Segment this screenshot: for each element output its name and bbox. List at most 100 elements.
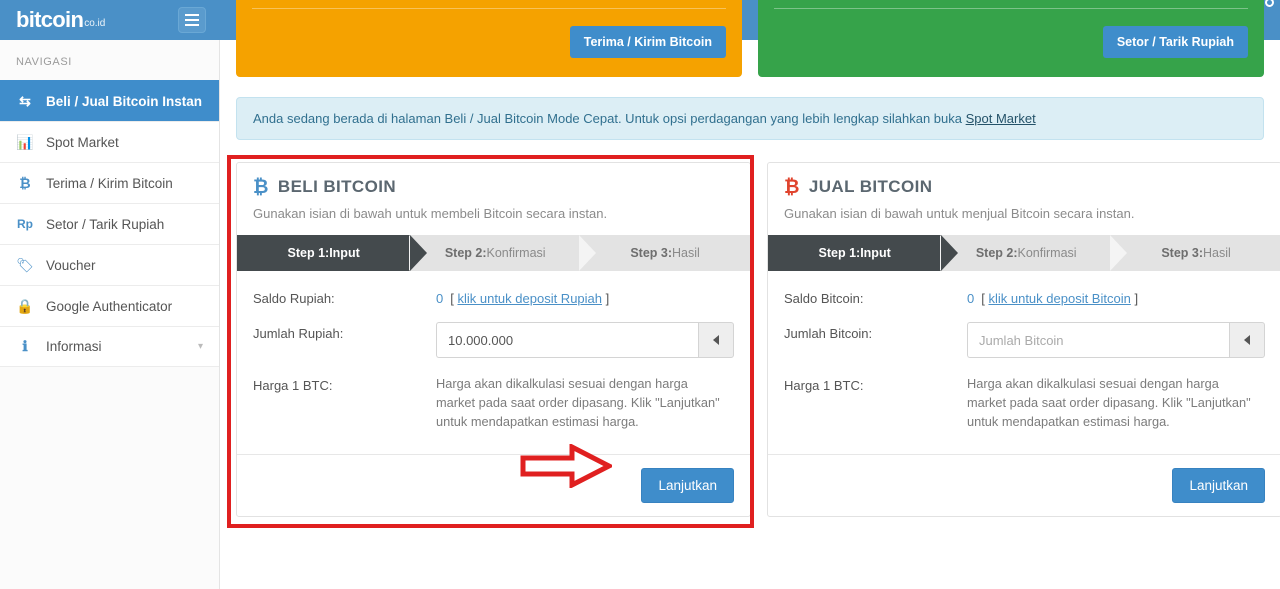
step-name: Hasil xyxy=(1203,246,1231,260)
bracket-close: ] xyxy=(602,291,610,306)
sell-step-indicator: Step 1: Input Step 2: Konfirmasi Step 3:… xyxy=(768,235,1280,271)
bitcoin-icon: ₿ xyxy=(784,176,800,198)
spot-market-link[interactable]: Spot Market xyxy=(966,111,1036,126)
buy-amount-stepper-button[interactable] xyxy=(698,322,734,358)
sidebar-item-informasi[interactable]: ℹ Informasi ▾ xyxy=(0,326,219,367)
buy-amount-field-wrap xyxy=(436,322,734,358)
step-prefix: Step 3: xyxy=(630,246,673,260)
sell-amount-stepper-button[interactable] xyxy=(1229,322,1265,358)
sell-price-label: Harga 1 BTC: xyxy=(784,378,864,393)
promo-panel-rupiah: Setor / Tarik Rupiah xyxy=(758,0,1264,77)
step-prefix: Step 3: xyxy=(1161,246,1204,260)
sell-form-rows: Saldo Bitcoin: 0[ klik untuk deposit Bit… xyxy=(768,271,1280,454)
hamburger-icon-line xyxy=(185,24,199,26)
buy-step-3-hasil[interactable]: Step 3: Hasil xyxy=(579,235,750,271)
step-name: Konfirmasi xyxy=(1017,246,1077,260)
step-prefix: Step 1: xyxy=(287,246,330,260)
sell-step-2-konfirmasi[interactable]: Step 2: Konfirmasi xyxy=(940,235,1111,271)
hamburger-icon-line xyxy=(185,14,199,16)
hamburger-icon-line xyxy=(185,19,199,21)
sell-panel-subtitle: Gunakan isian di bawah untuk menjual Bit… xyxy=(784,206,1135,221)
buy-price-label: Harga 1 BTC: xyxy=(253,378,333,393)
bitcoin-icon: ₿ xyxy=(253,176,269,198)
buy-balance-row: Saldo Rupiah: 0[ klik untuk deposit Rupi… xyxy=(253,287,734,306)
sell-balance-label: Saldo Bitcoin: xyxy=(784,291,864,306)
jumlah-bitcoin-input[interactable] xyxy=(967,322,1229,358)
deposit-rupiah-link[interactable]: klik untuk deposit Rupiah xyxy=(457,291,602,306)
bracket-close: ] xyxy=(1130,291,1139,306)
step-prefix: Step 2: xyxy=(975,246,1018,260)
deposit-bitcoin-link[interactable]: klik untuk deposit Bitcoin xyxy=(988,291,1130,306)
jumlah-rupiah-input[interactable] xyxy=(436,322,698,358)
page-title: BELI BITCOIN xyxy=(277,177,397,196)
sidebar-heading: NAVIGASI xyxy=(16,56,72,68)
info-alert: Anda sedang berada di halaman Beli / Jua… xyxy=(236,97,1264,140)
buy-panel-footer: Lanjutkan xyxy=(237,443,750,516)
sell-price-row: Harga 1 BTC: Harga akan dikalkulasi sesu… xyxy=(784,374,1265,432)
sidebar-item-label: Terima / Kirim Bitcoin xyxy=(46,175,173,191)
chevron-down-icon: ▾ xyxy=(197,341,203,352)
sell-step-3-hasil[interactable]: Step 3: Hasil xyxy=(1110,235,1280,271)
sidebar-toggle-button[interactable] xyxy=(178,7,206,33)
buy-bitcoin-panel: ₿ BELI BITCOIN Gunakan isian di bawah un… xyxy=(227,155,754,528)
sell-panel-card: ₿ JUAL BITCOIN Gunakan isian di bawah un… xyxy=(767,162,1280,517)
promo-divider xyxy=(252,8,726,9)
buy-panel-title-row: ₿ BELI BITCOIN xyxy=(253,177,734,197)
step-name: Hasil xyxy=(672,246,700,260)
buy-price-help-text: Harga akan dikalkulasi sesuai dengan har… xyxy=(436,376,720,430)
sidebar-item-label: Spot Market xyxy=(46,134,119,150)
buy-step-2-konfirmasi[interactable]: Step 2: Konfirmasi xyxy=(409,235,580,271)
sell-amount-row: Jumlah Bitcoin: xyxy=(784,322,1265,358)
sidebar-item-google-authenticator[interactable]: 🔒 Google Authenticator xyxy=(0,285,219,326)
caret-left-icon xyxy=(1244,335,1250,345)
trade-panels-row: ₿ BELI BITCOIN Gunakan isian di bawah un… xyxy=(227,155,1280,528)
sell-price-help-text: Harga akan dikalkulasi sesuai dengan har… xyxy=(967,376,1251,430)
sidebar-item-voucher[interactable]: 🏷 Voucher xyxy=(0,244,219,285)
buy-amount-row: Jumlah Rupiah: xyxy=(253,322,734,358)
buy-balance-label: Saldo Rupiah: xyxy=(253,291,335,306)
buy-lanjutkan-button[interactable]: Lanjutkan xyxy=(641,467,734,503)
sidebar-item-label: Setor / Tarik Rupiah xyxy=(46,216,165,232)
rupiah-icon: Rp xyxy=(17,217,33,231)
buy-panel-header: ₿ BELI BITCOIN Gunakan isian di bawah un… xyxy=(237,163,750,235)
info-alert-text: Anda sedang berada di halaman Beli / Jua… xyxy=(253,111,966,126)
terima-kirim-bitcoin-button[interactable]: Terima / Kirim Bitcoin xyxy=(569,26,726,58)
buy-step-1-input[interactable]: Step 1: Input xyxy=(237,235,428,271)
buy-panel-card: ₿ BELI BITCOIN Gunakan isian di bawah un… xyxy=(236,162,751,517)
sell-step-1-input[interactable]: Step 1: Input xyxy=(768,235,959,271)
logo-domain-suffix: co.id xyxy=(84,18,106,29)
exchange-arrows-icon: ⇆ xyxy=(19,92,31,109)
setor-tarik-rupiah-button[interactable]: Setor / Tarik Rupiah xyxy=(1102,26,1248,58)
sell-amount-input-group xyxy=(967,322,1265,358)
sidebar-item-setor-tarik-rupiah[interactable]: Rp Setor / Tarik Rupiah xyxy=(0,203,219,244)
buy-panel-subtitle: Gunakan isian di bawah untuk membeli Bit… xyxy=(253,206,608,221)
sidebar: NAVIGASI ⇆ Beli / Jual Bitcoin Instan 📊 … xyxy=(0,40,220,589)
logo-wordmark: bitcoin xyxy=(16,7,84,32)
sell-lanjutkan-button[interactable]: Lanjutkan xyxy=(1172,467,1265,503)
info-icon: ℹ xyxy=(22,338,28,354)
sell-amount-label: Jumlah Bitcoin: xyxy=(784,326,873,341)
sidebar-item-label: Google Authenticator xyxy=(46,298,173,314)
buy-form-rows: Saldo Rupiah: 0[ klik untuk deposit Rupi… xyxy=(237,271,750,454)
sell-bitcoin-panel: ₿ JUAL BITCOIN Gunakan isian di bawah un… xyxy=(767,162,1280,517)
step-prefix: Step 1: xyxy=(818,246,861,260)
sell-balance-row: Saldo Bitcoin: 0[ klik untuk deposit Bit… xyxy=(784,287,1265,306)
sell-balance-value: 0 xyxy=(967,291,975,306)
sell-amount-field-wrap xyxy=(967,322,1265,358)
buy-balance-value-group: 0[ klik untuk deposit Rupiah ] xyxy=(436,287,734,306)
sidebar-item-beli-jual-bitcoin-instan[interactable]: ⇆ Beli / Jual Bitcoin Instan xyxy=(0,80,219,121)
site-logo[interactable]: bitcoin co.id xyxy=(16,0,1274,32)
bar-chart-icon: 📊 xyxy=(16,133,34,150)
sidebar-item-terima-kirim-bitcoin[interactable]: ₿ Terima / Kirim Bitcoin xyxy=(0,162,219,203)
sell-panel-title-row: ₿ JUAL BITCOIN xyxy=(784,177,1265,197)
promo-panel-bitcoin: Terima / Kirim Bitcoin xyxy=(236,0,742,77)
buy-price-row: Harga 1 BTC: Harga akan dikalkulasi sesu… xyxy=(253,374,734,432)
voucher-tag-icon: 🏷 xyxy=(16,256,34,273)
sell-panel-footer: Lanjutkan xyxy=(768,453,1280,516)
sell-balance-value-group: 0[ klik untuk deposit Bitcoin ] xyxy=(967,287,1265,306)
buy-amount-label: Jumlah Rupiah: xyxy=(253,326,344,341)
step-name: Konfirmasi xyxy=(486,246,546,260)
buy-step-indicator: Step 1: Input Step 2: Konfirmasi Step 3:… xyxy=(237,235,750,271)
bitcoin-icon: ₿ xyxy=(19,175,31,191)
sidebar-item-spot-market[interactable]: 📊 Spot Market xyxy=(0,121,219,162)
